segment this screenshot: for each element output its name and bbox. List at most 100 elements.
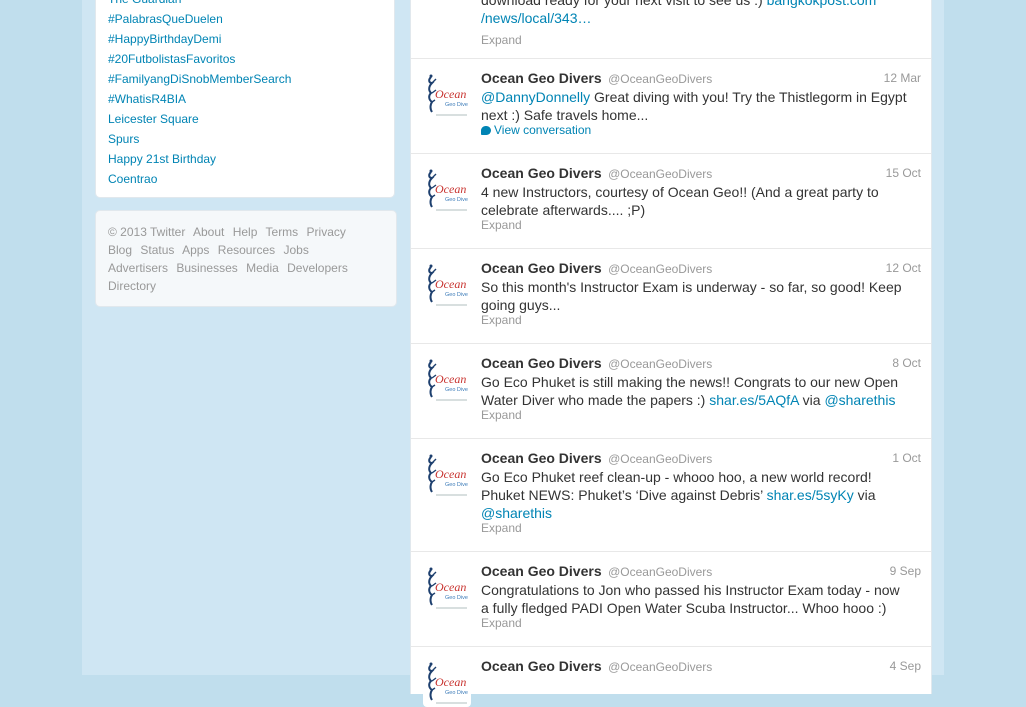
expand-link[interactable]: Expand bbox=[481, 408, 522, 422]
tweet-item[interactable]: Ocean Geo Dive Ocean Geo Divers @OceanGeo… bbox=[411, 249, 931, 344]
trend-item[interactable]: #HappyBirthdayDemi bbox=[108, 29, 291, 49]
expand-link[interactable]: Expand bbox=[481, 313, 522, 327]
tweet-author-handle[interactable]: @OceanGeoDivers bbox=[608, 357, 712, 371]
avatar[interactable]: Ocean Geo Dive bbox=[423, 261, 471, 309]
tweet-header: Ocean Geo Divers @OceanGeoDivers 4 Sep bbox=[481, 658, 921, 676]
trend-item[interactable]: #WhatisR4BIA bbox=[108, 89, 291, 109]
expand-link[interactable]: Expand bbox=[481, 616, 522, 630]
avatar[interactable]: Ocean Geo Dive bbox=[423, 71, 471, 119]
tweet-item[interactable]: Ocean Geo Dive Ocean Geo Divers @OceanGeo… bbox=[411, 552, 931, 647]
tweet-author-handle[interactable]: @OceanGeoDivers bbox=[608, 565, 712, 579]
avatar[interactable]: Ocean Geo Dive bbox=[423, 564, 471, 612]
ocean-geo-logo-icon: OceanGeo Dive bbox=[423, 451, 471, 499]
trend-item[interactable]: #20FutbolistasFavoritos bbox=[108, 49, 291, 69]
avatar[interactable]: Ocean Geo Dive bbox=[423, 451, 471, 499]
footer-link-resources[interactable]: Resources bbox=[218, 243, 275, 257]
tweet-item[interactable]: download ready for your next visit to se… bbox=[411, 0, 931, 59]
ocean-geo-logo-icon: OceanGeo Dive bbox=[423, 166, 471, 214]
tweet-item[interactable]: Ocean Geo Dive Ocean Geo Divers @OceanGeo… bbox=[411, 344, 931, 439]
svg-text:Geo Dive: Geo Dive bbox=[445, 292, 468, 298]
tweet-timestamp[interactable]: 15 Oct bbox=[886, 166, 921, 180]
svg-text:Ocean: Ocean bbox=[435, 372, 466, 386]
svg-text:Geo Dive: Geo Dive bbox=[445, 102, 468, 108]
trend-item[interactable]: #PalabrasQueDuelen bbox=[108, 9, 291, 29]
tweet-item[interactable]: Ocean Geo Dive Ocean Geo Divers @OceanGeo… bbox=[411, 154, 931, 249]
tweet-author-handle[interactable]: @OceanGeoDivers bbox=[608, 452, 712, 466]
avatar[interactable]: Ocean Geo Dive bbox=[423, 659, 471, 707]
tweet-text-part: Go Eco Phuket is still making the news!!… bbox=[481, 374, 899, 390]
trend-item[interactable]: Coentrao bbox=[108, 169, 291, 189]
ocean-geo-logo-icon: OceanGeo Dive bbox=[423, 564, 471, 612]
tweet-timestamp[interactable]: 8 Oct bbox=[892, 356, 921, 370]
avatar[interactable]: Ocean Geo Dive bbox=[423, 356, 471, 404]
tweet-text: 4 new Instructors, courtesy of Ocean Geo… bbox=[481, 183, 921, 219]
footer-link-privacy[interactable]: Privacy bbox=[307, 225, 346, 239]
tweet-author-name[interactable]: Ocean Geo Divers bbox=[481, 658, 602, 674]
footer-link-advertisers[interactable]: Advertisers bbox=[108, 261, 168, 275]
tweet-link[interactable]: /news/local/343… bbox=[481, 10, 592, 26]
avatar[interactable]: Ocean Geo Dive bbox=[423, 166, 471, 214]
tweet-timestamp[interactable]: 4 Sep bbox=[890, 659, 921, 673]
footer-link-blog[interactable]: Blog bbox=[108, 243, 132, 257]
tweet-timestamp[interactable]: 1 Oct bbox=[892, 451, 921, 465]
tweet-author-handle[interactable]: @OceanGeoDivers bbox=[608, 660, 712, 674]
tweet-text-part: celebrate afterwards.... ;P) bbox=[481, 202, 646, 218]
tweet-author-name[interactable]: Ocean Geo Divers bbox=[481, 260, 602, 276]
tweet-author-handle[interactable]: @OceanGeoDivers bbox=[608, 72, 712, 86]
tweet-text-part: Water Diver who made the papers :) bbox=[481, 392, 710, 408]
tweet-author-name[interactable]: Ocean Geo Divers bbox=[481, 355, 602, 371]
footer-link-help[interactable]: Help bbox=[233, 225, 258, 239]
footer-link-businesses[interactable]: Businesses bbox=[176, 261, 237, 275]
tweet-text-part: Go Eco Phuket reef clean-up - whooo hoo,… bbox=[481, 469, 872, 485]
tweet-text-part: download ready for your next visit to se… bbox=[481, 0, 767, 8]
ocean-geo-logo-icon: OceanGeo Dive bbox=[423, 356, 471, 404]
footer-link-apps[interactable]: Apps bbox=[182, 243, 209, 257]
expand-link[interactable]: Expand bbox=[481, 33, 522, 47]
tweet-header: Ocean Geo Divers @OceanGeoDivers 15 Oct bbox=[481, 165, 921, 183]
trend-item[interactable]: Happy 21st Birthday bbox=[108, 149, 291, 169]
trend-item[interactable]: #FamilyangDiSnobMemberSearch bbox=[108, 69, 291, 89]
tweet-mention[interactable]: @sharethis bbox=[824, 392, 895, 408]
tweet-link[interactable]: shar.es/5AQfA bbox=[709, 392, 799, 408]
view-conversation-link[interactable]: View conversation bbox=[481, 123, 591, 137]
tweet-author-name[interactable]: Ocean Geo Divers bbox=[481, 165, 602, 181]
tweet-text: @DannyDonnelly Great diving with you! Tr… bbox=[481, 88, 921, 124]
footer-link-media[interactable]: Media bbox=[246, 261, 279, 275]
tweet-header: Ocean Geo Divers @OceanGeoDivers 12 Mar bbox=[481, 70, 921, 88]
tweet-author-handle[interactable]: @OceanGeoDivers bbox=[608, 167, 712, 181]
footer-link-terms[interactable]: Terms bbox=[266, 225, 299, 239]
tweet-mention[interactable]: @DannyDonnelly bbox=[481, 89, 590, 105]
tweet-item[interactable]: Ocean Geo Dive Ocean Geo Divers @OceanGeo… bbox=[411, 439, 931, 552]
tweet-author-handle[interactable]: @OceanGeoDivers bbox=[608, 262, 712, 276]
ocean-geo-logo-icon: OceanGeo Dive bbox=[423, 261, 471, 309]
tweet-text-part: Great diving with you! Try the Thistlego… bbox=[590, 89, 907, 105]
tweet-author-name[interactable]: Ocean Geo Divers bbox=[481, 70, 602, 86]
footer-link-jobs[interactable]: Jobs bbox=[283, 243, 308, 257]
tweet-header: Ocean Geo Divers @OceanGeoDivers 1 Oct bbox=[481, 450, 921, 468]
svg-text:Ocean: Ocean bbox=[435, 87, 466, 101]
expand-link[interactable]: Expand bbox=[481, 218, 522, 232]
tweet-text: Congratulations to Jon who passed his In… bbox=[481, 581, 921, 617]
tweet-author-name[interactable]: Ocean Geo Divers bbox=[481, 450, 602, 466]
tweet-author-name[interactable]: Ocean Geo Divers bbox=[481, 563, 602, 579]
tweet-text: download ready for your next visit to se… bbox=[481, 0, 921, 27]
trend-item[interactable]: The Guardian bbox=[108, 0, 291, 9]
tweet-timestamp[interactable]: 12 Mar bbox=[884, 71, 921, 85]
tweet-header: Ocean Geo Divers @OceanGeoDivers 9 Sep bbox=[481, 563, 921, 581]
trend-item[interactable]: Spurs bbox=[108, 129, 291, 149]
trend-item[interactable]: Leicester Square bbox=[108, 109, 291, 129]
tweet-link[interactable]: bangkokpost.com bbox=[767, 0, 877, 8]
tweet-timestamp[interactable]: 9 Sep bbox=[890, 564, 921, 578]
footer-link-status[interactable]: Status bbox=[140, 243, 174, 257]
tweet-mention[interactable]: @sharethis bbox=[481, 505, 552, 521]
tweet-timestamp[interactable]: 12 Oct bbox=[886, 261, 921, 275]
footer-link-directory[interactable]: Directory bbox=[108, 279, 156, 293]
footer-link-developers[interactable]: Developers bbox=[287, 261, 348, 275]
expand-link[interactable]: Expand bbox=[481, 521, 522, 535]
tweet-text-part: a fully fledged PADI Open Water Scuba In… bbox=[481, 600, 887, 616]
tweet-item[interactable]: Ocean Geo Dive Ocean Geo Divers @OceanGeo… bbox=[411, 59, 931, 154]
tweet-link[interactable]: shar.es/5syKy bbox=[767, 487, 854, 503]
tweet-item[interactable]: Ocean Geo Dive Ocean Geo Divers @OceanGeo… bbox=[411, 647, 931, 707]
footer-link-about[interactable]: About bbox=[193, 225, 224, 239]
svg-text:Ocean: Ocean bbox=[435, 277, 466, 291]
